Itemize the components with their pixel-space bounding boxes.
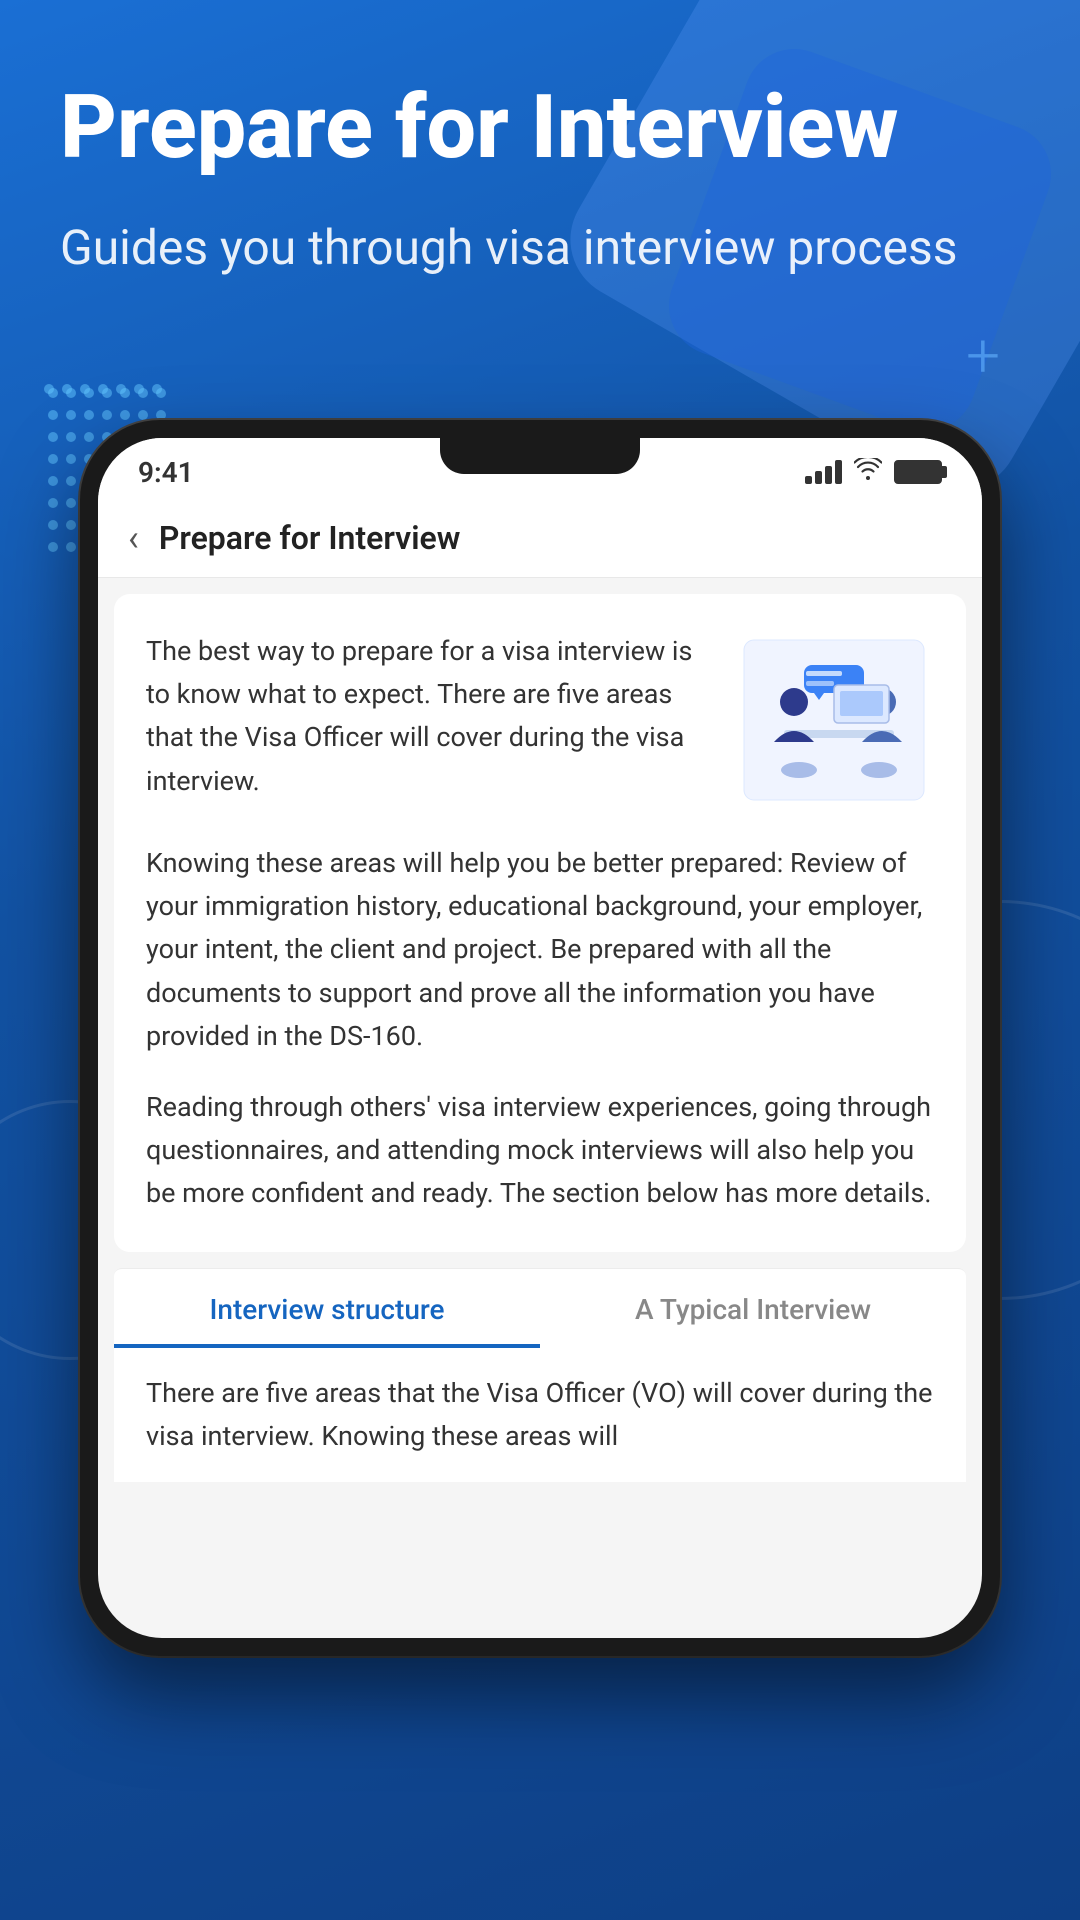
signal-icon [805,460,842,484]
content-top-section: The best way to prepare for a visa inter… [146,630,934,814]
paragraph-1: The best way to prepare for a visa inter… [146,630,714,814]
phone-screen: 9:41 [98,438,982,1638]
app-navbar: ‹ Prepare for Interview [98,498,982,578]
battery-icon [894,460,942,484]
paragraph-2: Knowing these areas will help you be bet… [146,842,934,1058]
page-title: Prepare for Interview [60,80,1020,177]
bottom-paragraph: There are five areas that the Visa Offic… [146,1372,934,1458]
tabs-bar: Interview structure A Typical Interview [114,1268,966,1348]
phone-notch [440,438,640,474]
navbar-title: Prepare for Interview [159,519,461,557]
page-subtitle: Guides you through visa interview proces… [60,217,1020,279]
content-card: The best way to prepare for a visa inter… [114,594,966,1252]
phone-mockup: 9:41 [80,420,1000,1656]
status-icons [805,457,942,487]
phone-frame: 9:41 [80,420,1000,1656]
interview-illustration [734,630,934,814]
paragraph-3: Reading through others' visa interview e… [146,1086,934,1216]
plus-decoration: + [966,320,1000,391]
bottom-content-preview: There are five areas that the Visa Offic… [114,1348,966,1482]
tab-typical-interview[interactable]: A Typical Interview [540,1269,966,1348]
status-time: 9:41 [138,456,194,489]
back-button[interactable]: ‹ [128,517,139,559]
wifi-icon [854,457,882,487]
tab-interview-structure[interactable]: Interview structure [114,1269,540,1348]
header-section: Prepare for Interview Guides you through… [60,80,1020,279]
